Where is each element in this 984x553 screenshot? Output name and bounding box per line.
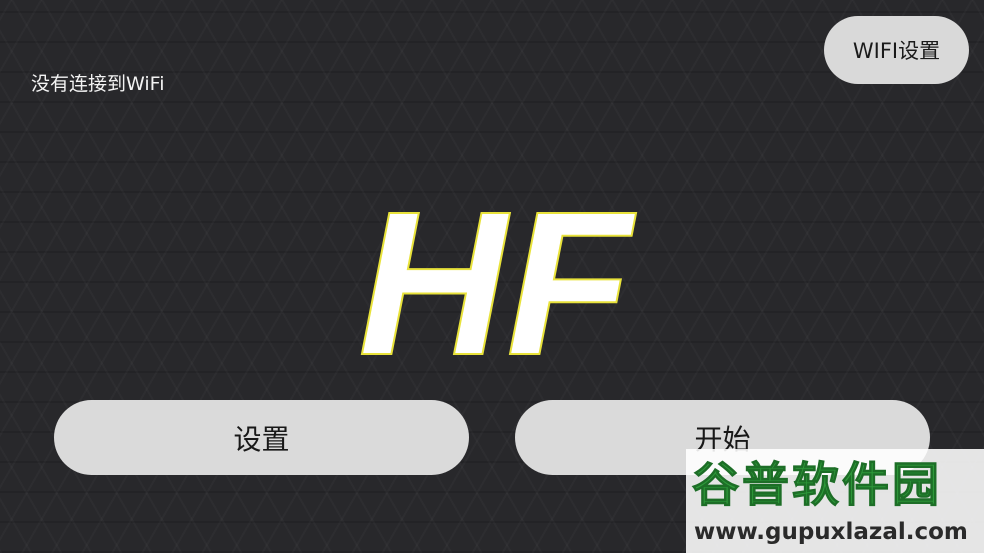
hf-logo-text: HF — [358, 180, 636, 370]
settings-button[interactable]: 设置 — [54, 400, 469, 475]
hf-logo: HF — [345, 180, 645, 370]
wifi-settings-button[interactable]: WIFI设置 — [824, 16, 969, 84]
watermark-title: 谷普软件园 — [692, 458, 942, 514]
app-screen: 没有连接到WiFi WIFI设置 HF 设置 开始 谷普软件园 www.gupu… — [0, 0, 984, 553]
wifi-status-text: 没有连接到WiFi — [31, 73, 165, 95]
watermark-url: www.gupuxlazal.com — [694, 519, 968, 545]
watermark: 谷普软件园 www.gupuxlazal.com — [686, 449, 984, 553]
hf-logo-graphic: HF — [357, 180, 637, 370]
